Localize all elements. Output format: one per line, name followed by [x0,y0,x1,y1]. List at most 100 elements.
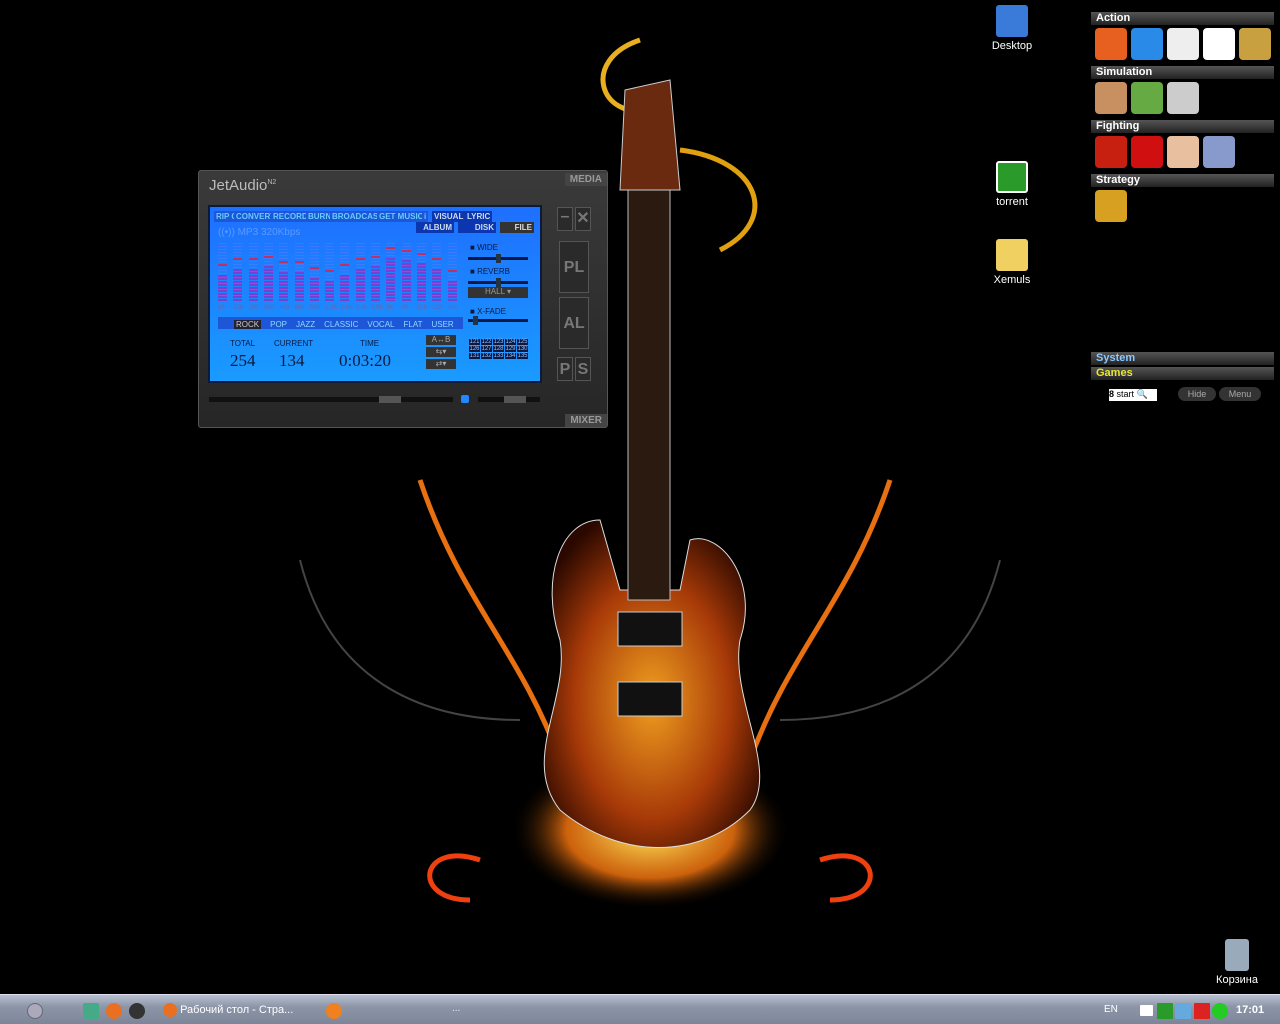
desktop-icon-desktop[interactable]: Desktop [977,5,1047,52]
playlist-button[interactable]: PL [559,241,589,293]
album-button[interactable]: AL [559,297,589,349]
preset-flat[interactable]: FLAT [404,320,423,329]
wide-toggle[interactable]: ■ WIDE [470,243,498,252]
firefox-icon[interactable] [106,1003,122,1019]
tray-monitor-icon[interactable] [1140,1005,1153,1016]
game-icon[interactable] [1131,82,1163,114]
track-number[interactable]: 126 [469,346,480,352]
xfade-toggle[interactable]: ■ X-FADE [470,307,506,316]
equalizer[interactable] [218,243,463,301]
reverb-toggle[interactable]: ■ REVERB [470,267,510,276]
language-indicator[interactable]: EN [1104,1004,1118,1015]
category-strategy[interactable]: Strategy [1091,174,1274,187]
show-desktop-icon[interactable] [83,1003,99,1019]
game-icon[interactable] [1095,28,1127,60]
start-search-button[interactable]: 8 start 🔍 [1109,389,1157,401]
ab-repeat-button[interactable]: A↔B [426,335,456,345]
track-number[interactable]: 127 [481,346,492,352]
preset-jazz[interactable]: JAZZ [296,320,315,329]
game-icon[interactable] [1167,136,1199,168]
media-tab[interactable]: MEDIA [564,173,607,186]
tray-acrobat-icon[interactable] [1194,1003,1210,1019]
track-number[interactable]: 123 [493,339,504,345]
game-icon[interactable] [1131,136,1163,168]
eq-band-bar[interactable] [218,274,227,301]
reverb-mode-select[interactable]: HALL ▾ [468,287,528,298]
game-icon[interactable] [1095,190,1127,222]
tray-icq-icon[interactable] [1212,1003,1228,1019]
category-system[interactable]: System [1091,352,1274,365]
mute-button[interactable] [461,395,469,403]
eq-band-bar[interactable] [263,266,273,301]
track-number[interactable]: 124 [505,339,516,345]
eq-band-bar[interactable] [416,263,426,301]
eq-band-bar[interactable] [432,269,442,301]
game-icon[interactable] [1167,28,1199,60]
category-fighting[interactable]: Fighting [1091,120,1274,133]
source-button-album[interactable]: ALBUM [416,222,454,233]
source-button-file[interactable]: FILE [500,222,534,233]
volume-slider[interactable] [478,396,540,403]
top-button-visual[interactable]: VISUAL [432,211,466,222]
repeat-button[interactable]: ⇆▾ [426,347,456,357]
track-number[interactable]: 129 [505,346,516,352]
game-icon[interactable] [1203,28,1235,60]
game-icon[interactable] [1203,136,1235,168]
track-number[interactable]: 125 [517,339,528,345]
top-button-record[interactable]: RECORD [271,211,310,222]
category-games[interactable]: Games [1091,367,1274,380]
taskbar-task-firefox[interactable]: Рабочий стол - Стра... [163,1003,293,1017]
eq-band-bar[interactable] [248,269,258,301]
hide-button[interactable]: Hide [1178,387,1216,401]
eq-band-bar[interactable] [401,260,411,301]
category-simulation[interactable]: Simulation [1091,66,1274,79]
top-button-i[interactable]: i [422,211,429,222]
track-number[interactable]: 121 [469,339,480,345]
reverb-slider[interactable] [468,278,528,287]
track-number[interactable]: 135 [517,353,528,359]
eq-band-bar[interactable] [371,266,380,301]
track-number[interactable]: 130 [517,346,528,352]
tray-network-icon[interactable] [1175,1003,1191,1019]
tray-utorrent-icon[interactable] [1157,1003,1173,1019]
top-button-get-music[interactable]: GET MUSIC [377,211,426,222]
eq-band-bar[interactable] [309,277,319,301]
track-number[interactable]: 122 [481,339,492,345]
track-number[interactable]: 134 [505,353,516,359]
taskbar-overflow[interactable]: ... [452,1003,460,1014]
start-button[interactable] [27,1003,43,1019]
wide-slider[interactable] [468,254,528,263]
jetaudio-window[interactable]: JetAudioN2 MEDIA MIXER ((•)) MP3 320Kbps… [198,170,608,428]
preset-user[interactable]: USER [431,320,453,329]
eq-band-bar[interactable] [355,269,365,301]
eq-band-bar[interactable] [340,274,350,301]
p-button[interactable]: P [557,357,573,381]
game-icon[interactable] [1131,28,1163,60]
seek-bar[interactable] [209,396,453,403]
eq-band-bar[interactable] [294,272,304,301]
source-button-disk[interactable]: DISK [458,222,496,233]
game-icon[interactable] [1095,82,1127,114]
game-icon[interactable] [1167,82,1199,114]
desktop-icon-torrent[interactable]: torrent [977,161,1047,208]
mixer-tab[interactable]: MIXER [565,414,607,427]
eq-band-bar[interactable] [447,280,457,301]
track-number[interactable]: 133 [493,353,504,359]
eq-band-bar[interactable] [386,257,396,301]
desktop-icon-recycle-bin[interactable]: Корзина [1202,939,1272,986]
preset-rock[interactable]: ROCK [234,320,262,329]
media-icon[interactable] [129,1003,145,1019]
preset-vocal[interactable]: VOCAL [367,320,394,329]
game-icon[interactable] [1239,28,1271,60]
desktop-icon-xemuls[interactable]: Xemuls [977,239,1047,286]
preset-pop[interactable]: POP [270,320,287,329]
close-button[interactable]: ✕ [575,207,591,231]
category-action[interactable]: Action [1091,12,1274,25]
preset-classic[interactable]: CLASSIC [324,320,358,329]
game-icon[interactable] [1095,136,1127,168]
top-button-lyric[interactable]: LYRIC [465,211,493,222]
eq-band-bar[interactable] [233,269,243,301]
track-number[interactable]: 132 [481,353,492,359]
track-number[interactable]: 128 [493,346,504,352]
xfade-slider[interactable] [468,316,528,325]
